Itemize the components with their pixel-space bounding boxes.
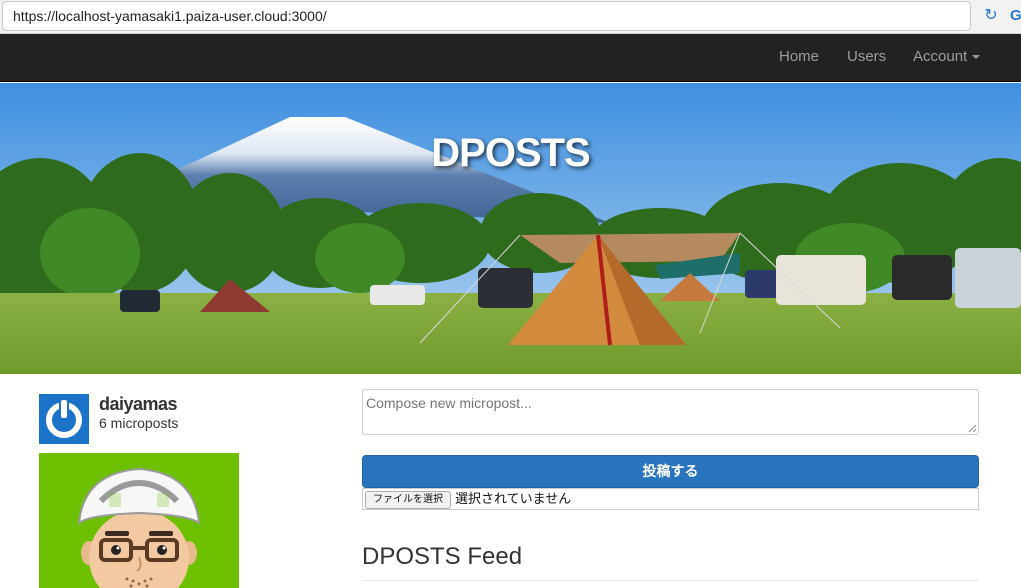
- reload-icon[interactable]: ↻: [982, 6, 1000, 26]
- nav-account-dropdown[interactable]: Account: [913, 34, 981, 81]
- caret-down-icon: [972, 55, 981, 60]
- navbar: Home Users Account: [0, 34, 1021, 82]
- feed-title: DPOSTS Feed: [362, 543, 523, 570]
- nav-account-label: Account: [913, 48, 968, 65]
- power-icon: [46, 398, 82, 438]
- nav-users-link[interactable]: Users: [847, 34, 886, 81]
- divider: [362, 580, 979, 581]
- nav-home-link[interactable]: Home: [779, 34, 819, 81]
- address-bar[interactable]: https://localhost-yamasaki1.paiza-user.c…: [2, 1, 971, 31]
- choose-file-button[interactable]: ファイルを選択: [365, 491, 451, 509]
- resize-grip-icon[interactable]: [968, 424, 977, 433]
- browser-toolbar: https://localhost-yamasaki1.paiza-user.c…: [0, 0, 1021, 34]
- micropost-count: 6 microposts: [99, 415, 179, 431]
- hero-banner: DPOSTS: [0, 83, 1021, 374]
- file-status: 選択されていません: [455, 491, 572, 506]
- user-avatar-large: [39, 453, 239, 588]
- submit-post-button[interactable]: 投稿する: [362, 455, 979, 488]
- hero-background-image: [0, 83, 1021, 374]
- micropost-input[interactable]: [362, 389, 979, 435]
- user-avatar-small[interactable]: [39, 394, 89, 444]
- cyclist-illustration: [77, 467, 201, 588]
- hero-title: DPOSTS: [431, 131, 590, 175]
- file-input: ファイルを選択 選択されていません: [362, 488, 979, 510]
- user-name[interactable]: daiyamas: [99, 394, 178, 415]
- extension-icon[interactable]: G: [1010, 6, 1021, 26]
